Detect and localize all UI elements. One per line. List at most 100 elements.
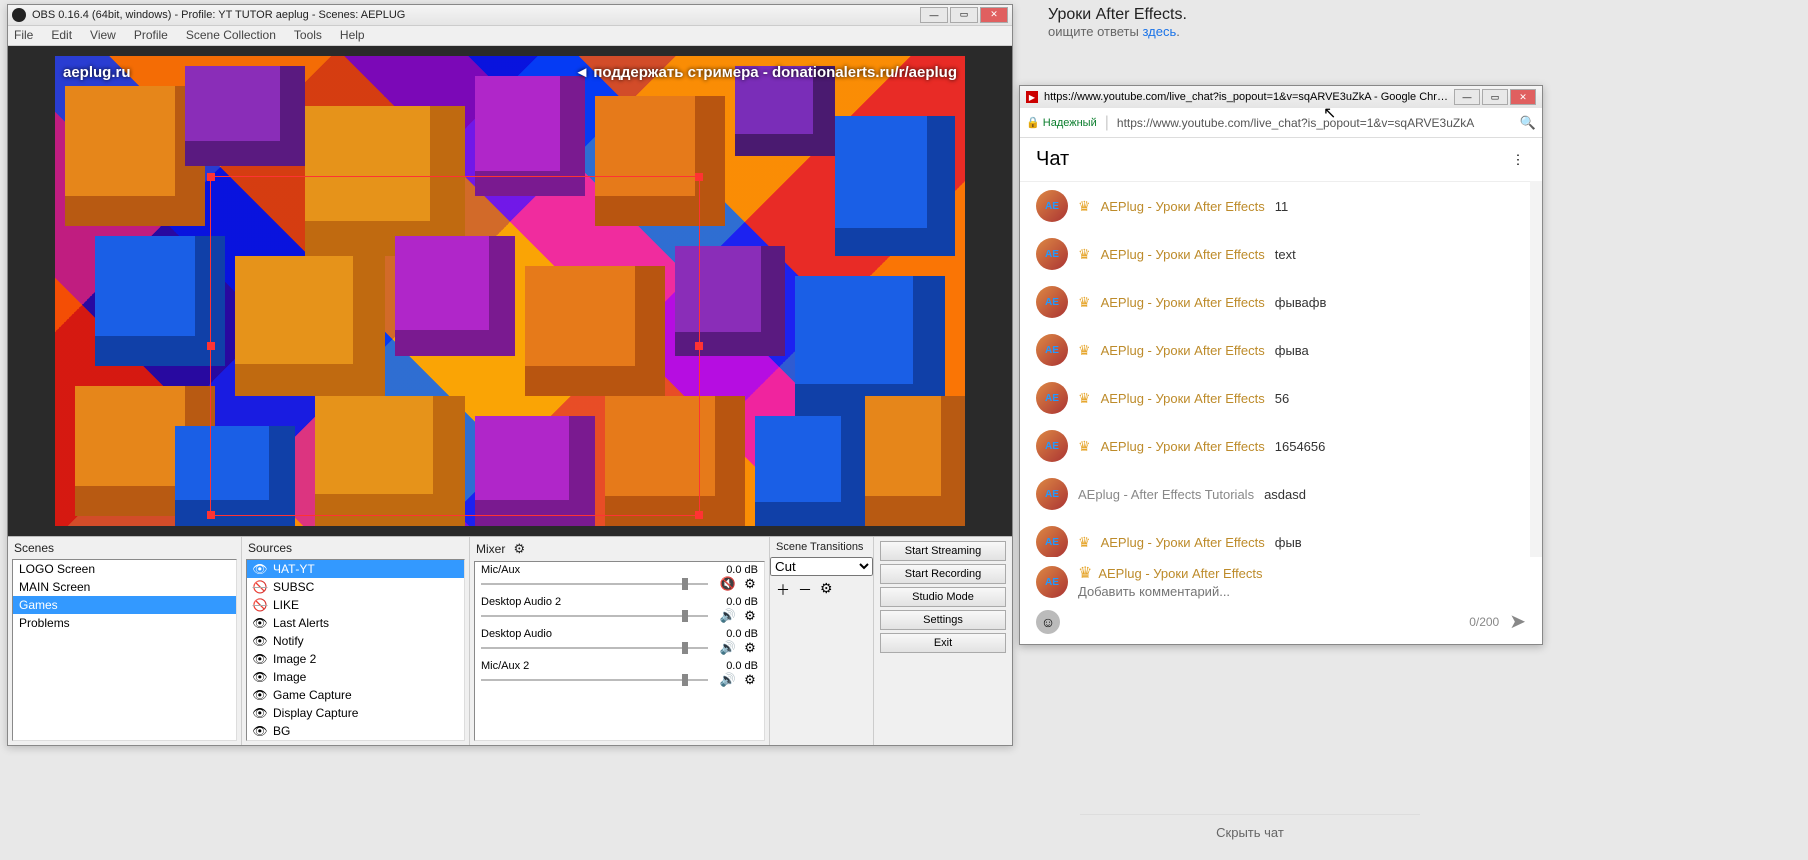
more-icon[interactable]: ⋮: [1510, 152, 1526, 168]
source-item[interactable]: 👁Display Capture: [247, 704, 464, 722]
close-button[interactable]: ✕: [980, 7, 1008, 23]
chat-author[interactable]: AEPlug - Уроки After Effects: [1101, 343, 1265, 358]
chrome-maximize-button[interactable]: ▭: [1482, 89, 1508, 105]
scene-item[interactable]: Problems: [13, 614, 236, 632]
gear-icon[interactable]: ⚙: [742, 672, 758, 688]
chat-author[interactable]: AEPlug - Уроки After Effects: [1101, 439, 1265, 454]
crown-icon: ♛: [1078, 342, 1091, 359]
chat-header: Чат ⋮: [1020, 138, 1542, 181]
volume-slider[interactable]: [481, 647, 708, 649]
gear-icon[interactable]: ⚙: [742, 640, 758, 656]
controls-panel: Start Streaming Start Recording Studio M…: [874, 537, 1012, 745]
emoji-button[interactable]: ☺: [1036, 610, 1060, 634]
add-transition-button[interactable]: ＋: [776, 580, 790, 600]
visibility-icon[interactable]: 👁: [253, 688, 267, 702]
chat-message: AE AEplug - After Effects Tutorials asda…: [1020, 470, 1530, 518]
chrome-titlebar[interactable]: ▶ https://www.youtube.com/live_chat?is_p…: [1020, 86, 1542, 108]
source-item[interactable]: 🚫SUBSC: [247, 578, 464, 596]
speaker-icon[interactable]: 🔊: [720, 608, 736, 624]
obs-titlebar[interactable]: OBS 0.16.4 (64bit, windows) - Profile: Y…: [8, 5, 1012, 26]
menu-tools[interactable]: Tools: [294, 28, 322, 42]
mixer-track: Mic/Aux0.0 dB 🔇 ⚙: [475, 562, 764, 594]
chat-author[interactable]: AEPlug - Уроки After Effects: [1101, 199, 1265, 214]
mixer-track: Mic/Aux 20.0 dB 🔊 ⚙: [475, 658, 764, 690]
transition-settings-button[interactable]: ⚙: [820, 580, 833, 600]
menu-file[interactable]: File: [14, 28, 33, 42]
chrome-minimize-button[interactable]: —: [1454, 89, 1480, 105]
track-name: Desktop Audio 2: [481, 596, 561, 608]
visibility-icon[interactable]: 👁: [253, 634, 267, 648]
chat-author[interactable]: AEPlug - Уроки After Effects: [1101, 247, 1265, 262]
preview-canvas[interactable]: aeplug.ru ◄поддержать стримера - donatio…: [55, 56, 965, 526]
visibility-icon[interactable]: 👁: [253, 652, 267, 666]
source-item[interactable]: 👁Image 2: [247, 650, 464, 668]
url-input[interactable]: [1117, 116, 1512, 130]
gear-icon[interactable]: ⚙: [511, 541, 527, 557]
minimize-button[interactable]: —: [920, 7, 948, 23]
maximize-button[interactable]: ▭: [950, 7, 978, 23]
chrome-close-button[interactable]: ✕: [1510, 89, 1536, 105]
chat-text: text: [1275, 247, 1296, 262]
menu-view[interactable]: View: [90, 28, 116, 42]
volume-slider[interactable]: [481, 583, 708, 585]
remove-transition-button[interactable]: －: [798, 580, 812, 600]
comment-input[interactable]: [1078, 584, 1254, 599]
start-streaming-button[interactable]: Start Streaming: [880, 541, 1006, 561]
chat-text: 56: [1275, 391, 1289, 406]
source-item[interactable]: 🚫LIKE: [247, 596, 464, 614]
source-item[interactable]: 👁Notify: [247, 632, 464, 650]
source-item[interactable]: 👁ЧАТ-YT: [247, 560, 464, 578]
send-button[interactable]: ➤: [1509, 609, 1526, 634]
scene-item[interactable]: Games: [13, 596, 236, 614]
menu-scene-collection[interactable]: Scene Collection: [186, 28, 276, 42]
mixer-panel: Mixer ⚙ Mic/Aux0.0 dB 🔇 ⚙Desktop Audio 2…: [470, 537, 770, 745]
gear-icon[interactable]: ⚙: [742, 576, 758, 592]
scrollbar[interactable]: [1530, 181, 1542, 557]
chat-text: фывафв: [1275, 295, 1327, 310]
transition-select[interactable]: Cut: [770, 557, 873, 576]
visibility-icon[interactable]: 👁: [253, 562, 267, 576]
settings-button[interactable]: Settings: [880, 610, 1006, 630]
chat-author[interactable]: AEPlug - Уроки After Effects: [1101, 295, 1265, 310]
selection-rect[interactable]: [210, 176, 700, 516]
sources-title: Sources: [242, 537, 469, 559]
scene-item[interactable]: MAIN Screen: [13, 578, 236, 596]
volume-slider[interactable]: [481, 615, 708, 617]
speaker-icon[interactable]: 🔇: [720, 576, 736, 592]
chat-author[interactable]: AEplug - After Effects Tutorials: [1078, 487, 1254, 502]
visibility-icon[interactable]: 🚫: [253, 598, 267, 612]
source-item[interactable]: 👁BG: [247, 722, 464, 740]
menu-profile[interactable]: Profile: [134, 28, 168, 42]
volume-slider[interactable]: [481, 679, 708, 681]
visibility-icon[interactable]: 👁: [253, 616, 267, 630]
speaker-icon[interactable]: 🔊: [720, 640, 736, 656]
menu-edit[interactable]: Edit: [51, 28, 72, 42]
start-recording-button[interactable]: Start Recording: [880, 564, 1006, 584]
overlay-brand: aeplug.ru: [63, 64, 131, 81]
scenes-list[interactable]: LOGO Screen MAIN Screen Games Problems: [12, 559, 237, 741]
search-icon[interactable]: 🔍: [1520, 115, 1536, 131]
chat-message: AE ♛ AEPlug - Уроки After Effects фыв: [1020, 518, 1530, 557]
gear-icon[interactable]: ⚙: [742, 608, 758, 624]
scene-item[interactable]: LOGO Screen: [13, 560, 236, 578]
preview-area[interactable]: aeplug.ru ◄поддержать стримера - donatio…: [8, 46, 1012, 536]
chat-list[interactable]: AE ♛ AEPlug - Уроки After Effects 11AE ♛…: [1020, 181, 1530, 557]
avatar: AE: [1036, 430, 1068, 462]
visibility-icon[interactable]: 👁: [253, 724, 267, 738]
chat-author[interactable]: AEPlug - Уроки After Effects: [1101, 391, 1265, 406]
source-item[interactable]: 👁Game Capture: [247, 686, 464, 704]
source-item[interactable]: 👁Image: [247, 668, 464, 686]
visibility-icon[interactable]: 👁: [253, 670, 267, 684]
exit-button[interactable]: Exit: [880, 633, 1006, 653]
speaker-icon[interactable]: 🔊: [720, 672, 736, 688]
visibility-icon[interactable]: 👁: [253, 706, 267, 720]
sources-list[interactable]: 👁ЧАТ-YT🚫SUBSC🚫LIKE👁Last Alerts👁Notify👁Im…: [246, 559, 465, 741]
chat-author[interactable]: AEPlug - Уроки After Effects: [1101, 535, 1265, 550]
bg-link[interactable]: здесь: [1142, 24, 1176, 39]
source-item[interactable]: 👁Last Alerts: [247, 614, 464, 632]
menu-help[interactable]: Help: [340, 28, 365, 42]
visibility-icon[interactable]: 🚫: [253, 580, 267, 594]
hide-chat-link[interactable]: Скрыть чат: [1080, 814, 1420, 840]
chat-message: AE ♛ AEPlug - Уроки After Effects фывафв: [1020, 278, 1530, 326]
studio-mode-button[interactable]: Studio Mode: [880, 587, 1006, 607]
